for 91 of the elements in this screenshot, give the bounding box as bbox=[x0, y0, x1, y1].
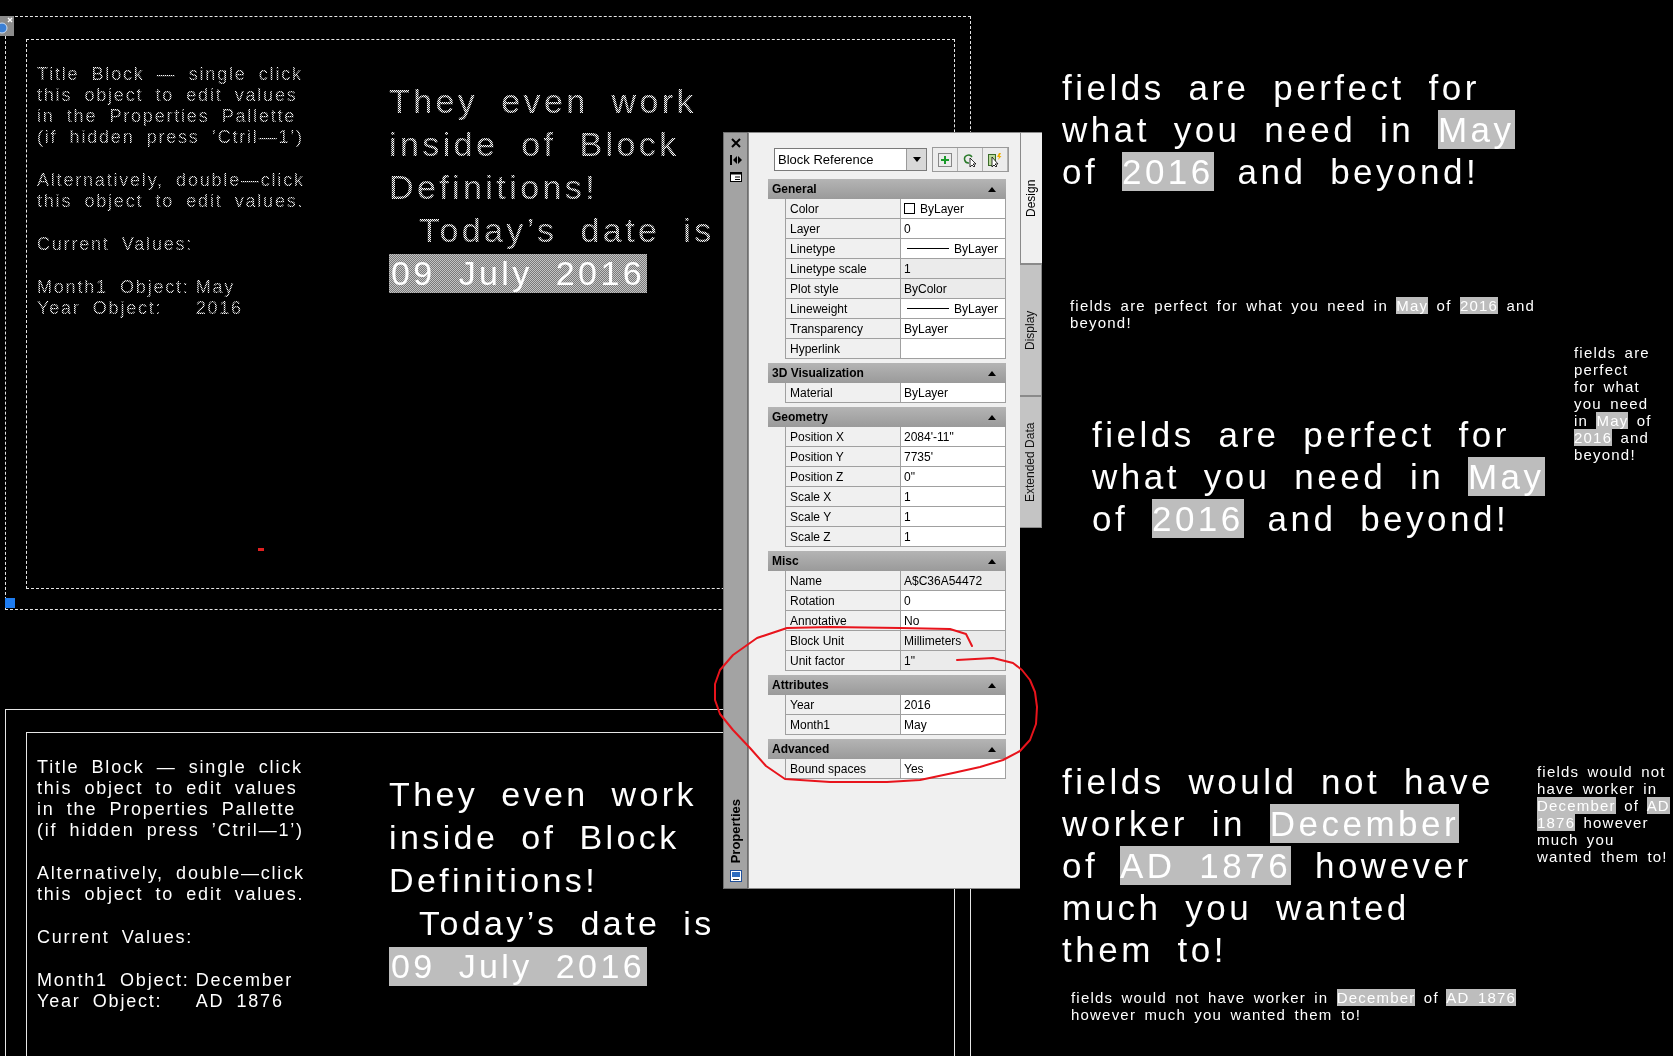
property-name: Transparency bbox=[785, 319, 900, 339]
property-value[interactable]: ByLayer bbox=[900, 239, 1006, 259]
headline-text: They even work inside of Block Definitions! bbox=[389, 774, 698, 901]
property-value[interactable]: ByLayer bbox=[900, 199, 1006, 219]
canvas-text: fields are perfect for what you need in May of 2016 and beyond! bbox=[1062, 67, 1515, 193]
dotted-square-plus-icon bbox=[938, 152, 952, 167]
property-value[interactable]: May bbox=[900, 715, 1006, 735]
property-value[interactable]: A$C36A54472 bbox=[900, 571, 1006, 591]
value-text: AD 1876 bbox=[195, 991, 285, 1012]
dash-mark-icon bbox=[258, 548, 264, 551]
property-value[interactable]: 1 bbox=[900, 487, 1006, 507]
canvas-text: fields would not have worker in December of AD 1876 however much you wanted them to! bbox=[1062, 761, 1494, 971]
property-value[interactable]: 1 bbox=[900, 527, 1006, 547]
line-sample-icon bbox=[907, 307, 949, 310]
bar-arrows-icon[interactable] bbox=[729, 155, 742, 165]
property-value[interactable]: ByLayer bbox=[900, 319, 1006, 339]
date-label: Today’s date is bbox=[419, 903, 715, 944]
property-name: Position Z bbox=[785, 467, 900, 487]
property-name: Position Y bbox=[785, 447, 900, 467]
property-value[interactable]: No bbox=[900, 611, 1006, 631]
property-name: Linetype scale bbox=[785, 259, 900, 279]
property-value[interactable] bbox=[900, 339, 1006, 359]
property-value[interactable]: ByLayer bbox=[900, 383, 1006, 403]
toolbar-button[interactable] bbox=[958, 148, 983, 171]
property-name: Color bbox=[785, 199, 900, 219]
palette-tab[interactable]: Extended Data bbox=[1020, 396, 1042, 528]
property-name: Scale X bbox=[785, 487, 900, 507]
section-header[interactable]: 3D Visualization bbox=[768, 363, 1006, 383]
title-block-note: Alternatively, double—click this object to edit values. bbox=[37, 170, 305, 212]
value-label: Month1 Object: bbox=[37, 970, 190, 991]
cursor-loop-icon bbox=[963, 152, 977, 167]
grip-square-icon[interactable] bbox=[5, 598, 15, 608]
property-name: Bound spaces bbox=[785, 759, 900, 779]
caret-icon bbox=[912, 157, 921, 162]
section-header[interactable]: Attributes bbox=[768, 675, 1006, 695]
title-block-note: Current Values: bbox=[37, 927, 195, 948]
section-header[interactable]: Advanced bbox=[768, 739, 1006, 759]
property-value[interactable]: 0" bbox=[900, 467, 1006, 487]
value-text: December bbox=[195, 970, 294, 991]
property-value[interactable]: Yes bbox=[900, 759, 1006, 779]
property-value[interactable]: 1 bbox=[900, 507, 1006, 527]
property-name: Unit factor bbox=[785, 651, 900, 671]
value-label: Year Object: bbox=[37, 991, 164, 1012]
toolbar-button[interactable] bbox=[983, 148, 1008, 171]
panel-list-icon[interactable] bbox=[729, 172, 742, 182]
section-header[interactable]: Misc bbox=[768, 551, 1006, 571]
property-value[interactable]: 0 bbox=[900, 219, 1006, 239]
property-value[interactable]: 1 bbox=[900, 259, 1006, 279]
palette-title: Properties bbox=[728, 798, 743, 863]
property-name: Lineweight bbox=[785, 299, 900, 319]
title-block-note: Alternatively, double—click this object to edit values. bbox=[37, 863, 305, 905]
palette-tab[interactable]: Design bbox=[1020, 132, 1042, 264]
grip-badge-icon[interactable] bbox=[0, 16, 14, 36]
property-name: Rotation bbox=[785, 591, 900, 611]
window-icon[interactable] bbox=[729, 870, 742, 882]
object-type-dropdown[interactable]: Block Reference bbox=[774, 148, 927, 171]
canvas-text: fields would not have worker in December of AD 1876 however much you wanted them to! bbox=[1537, 763, 1670, 865]
property-value[interactable]: 2016 bbox=[900, 695, 1006, 715]
property-name: Name bbox=[785, 571, 900, 591]
property-name: Annotative bbox=[785, 611, 900, 631]
property-name: Year bbox=[785, 695, 900, 715]
property-value[interactable]: 7735' bbox=[900, 447, 1006, 467]
property-value[interactable]: ByColor bbox=[900, 279, 1006, 299]
canvas-text: fields are perfect for what you need in May of 2016 and beyond! bbox=[1574, 344, 1652, 463]
canvas-text: fields are perfect for what you need in May of 2016 and beyond! bbox=[1092, 414, 1545, 540]
property-value[interactable]: 2084'-11" bbox=[900, 427, 1006, 447]
property-name: Linetype bbox=[785, 239, 900, 259]
date-field: 09 July 2016 bbox=[389, 947, 647, 986]
cursor-lightning-icon bbox=[988, 152, 1002, 167]
property-name: Month1 bbox=[785, 715, 900, 735]
color-swatch-icon bbox=[904, 203, 915, 214]
property-name: Block Unit bbox=[785, 631, 900, 651]
property-name: Plot style bbox=[785, 279, 900, 299]
title-block-note: Title Block — single click this object to edit values in the Properties Pallette (if hidden press ’Ctril—1’) bbox=[37, 757, 305, 841]
property-name: Hyperlink bbox=[785, 339, 900, 359]
canvas-text: fields are perfect for what you need in May of 2016 and beyond! bbox=[1070, 297, 1536, 331]
property-value[interactable]: 1" bbox=[900, 651, 1006, 671]
line-sample-icon bbox=[907, 247, 949, 250]
property-value[interactable]: 0 bbox=[900, 591, 1006, 611]
section-header[interactable]: Geometry bbox=[768, 407, 1006, 427]
close-icon[interactable] bbox=[730, 138, 741, 148]
canvas-text: fields would not have worker in December of AD 1876 however much you wanted them to! bbox=[1071, 989, 1517, 1023]
property-name: Scale Z bbox=[785, 527, 900, 547]
property-name: Scale Y bbox=[785, 507, 900, 527]
palette-tab[interactable]: Display bbox=[1020, 264, 1042, 396]
property-name: Position X bbox=[785, 427, 900, 447]
section-header[interactable]: General bbox=[768, 179, 1006, 199]
property-name: Material bbox=[785, 383, 900, 403]
property-value[interactable]: Millimeters bbox=[900, 631, 1006, 651]
property-name: Layer bbox=[785, 219, 900, 239]
property-value[interactable]: ByLayer bbox=[900, 299, 1006, 319]
